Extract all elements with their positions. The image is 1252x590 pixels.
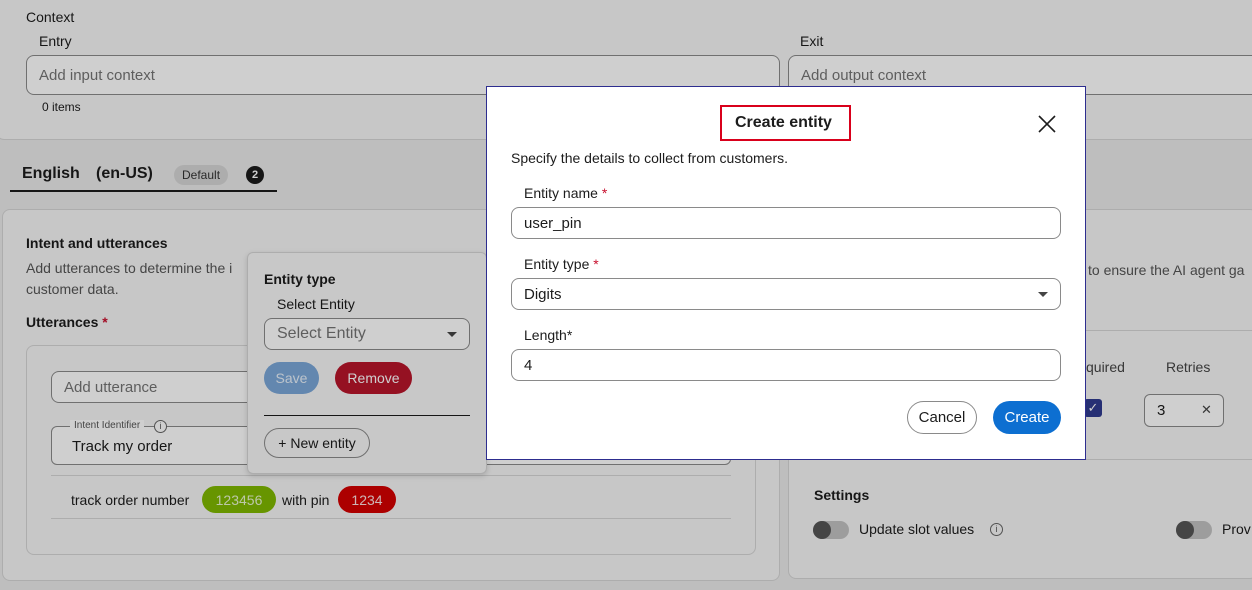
entity-type-label: Entity type * (524, 256, 599, 272)
chevron-down-icon (1038, 292, 1048, 297)
entity-name-label: Entity name * (524, 185, 607, 201)
dialog-title: Create entity (735, 114, 832, 131)
create-entity-dialog: Create entity Specify the details to col… (486, 86, 1086, 460)
entity-name-value: user_pin (524, 214, 582, 232)
length-input[interactable]: 4 (511, 349, 1061, 381)
entity-type-label-text: Entity type (524, 256, 590, 272)
create-button[interactable]: Create (993, 401, 1061, 434)
required-marker: * (593, 256, 599, 272)
dialog-subtitle: Specify the details to collect from cust… (511, 150, 788, 166)
length-value: 4 (524, 356, 533, 374)
length-label: Length* (524, 327, 573, 343)
required-marker: * (601, 185, 608, 201)
entity-type-select[interactable]: Digits (511, 278, 1061, 310)
entity-name-input[interactable]: user_pin (511, 207, 1061, 239)
cancel-button[interactable]: Cancel (907, 401, 977, 434)
entity-name-label-text: Entity name (524, 185, 598, 201)
close-icon[interactable] (1037, 114, 1057, 134)
entity-type-value: Digits (524, 285, 562, 303)
